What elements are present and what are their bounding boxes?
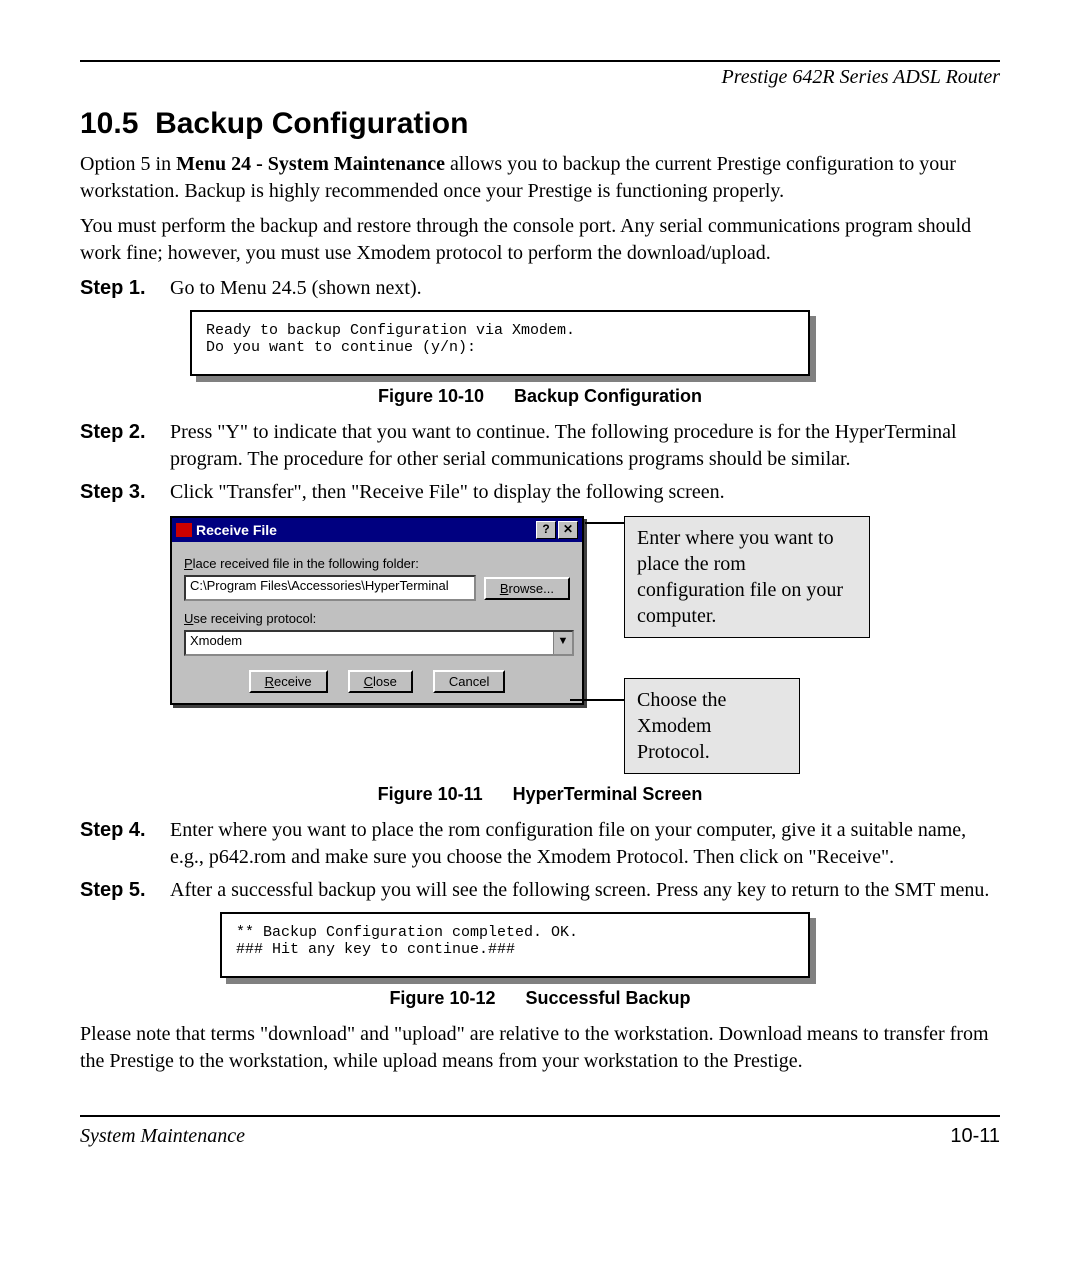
figure-caption-12: Figure 10-12 Successful Backup — [80, 988, 1000, 1009]
step-3: Step 3. Click "Transfer", then "Receive … — [80, 479, 1000, 506]
callout-text: Enter where you want to place the rom co… — [637, 527, 843, 627]
figure-title: Backup Configuration — [514, 386, 702, 406]
figure-caption-10: Figure 10-10 Backup Configuration — [80, 386, 1000, 407]
console-figure-2: ** Backup Configuration completed. OK. #… — [220, 912, 810, 978]
callout-text: Choose the Xmodem Protocol. — [637, 689, 726, 763]
console-line: Ready to backup Configuration via Xmodem… — [206, 322, 575, 339]
cancel-button[interactable]: Cancel — [433, 670, 505, 693]
section-heading: 10.5 Backup Configuration — [80, 107, 1000, 141]
step-body: Click "Transfer", then "Receive File" to… — [170, 479, 1000, 506]
footer-left: System Maintenance — [80, 1125, 245, 1148]
intro-paragraph-1: Option 5 in Menu 24 - System Maintenance… — [80, 151, 1000, 205]
footer: System Maintenance 10-11 — [80, 1115, 1000, 1148]
folder-label: Place received file in the following fol… — [184, 556, 570, 571]
step-5: Step 5. After a successful backup you wi… — [80, 877, 1000, 904]
folder-label-text: lace received file in the following fold… — [193, 556, 419, 571]
figure-caption-11: Figure 10-11 HyperTerminal Screen — [80, 784, 1000, 805]
section-number: 10.5 — [80, 107, 138, 140]
intro-frag-a: Option 5 in — [80, 153, 176, 175]
console-figure-1: Ready to backup Configuration via Xmodem… — [190, 310, 810, 376]
callout-folder: Enter where you want to place the rom co… — [624, 516, 870, 638]
app-icon — [176, 523, 192, 537]
intro-paragraph-2: You must perform the backup and restore … — [80, 213, 1000, 267]
footer-right: 10-11 — [950, 1125, 1000, 1148]
callout-protocol: Choose the Xmodem Protocol. — [624, 678, 800, 774]
receive-file-dialog: Receive File ? ✕ Place received file in … — [170, 516, 584, 705]
step-body: Press "Y" to indicate that you want to c… — [170, 419, 1000, 473]
step-4: Step 4. Enter where you want to place th… — [80, 817, 1000, 871]
leader-line — [570, 699, 625, 701]
step-label: Step 3. — [80, 479, 170, 506]
help-button[interactable]: ? — [536, 521, 556, 539]
folder-path-input[interactable]: C:\Program Files\Accessories\HyperTermin… — [184, 575, 476, 601]
console-box: Ready to backup Configuration via Xmodem… — [190, 310, 810, 376]
step-2: Step 2. Press "Y" to indicate that you w… — [80, 419, 1000, 473]
step-label: Step 5. — [80, 877, 170, 904]
close-icon[interactable]: ✕ — [558, 521, 578, 539]
figure-number: Figure 10-11 — [378, 784, 483, 804]
document-page: Prestige 642R Series ADSL Router 10.5 Ba… — [0, 0, 1080, 1281]
figure-title: Successful Backup — [525, 988, 690, 1008]
console-line: Do you want to continue (y/n): — [206, 339, 476, 356]
protocol-select[interactable]: Xmodem ▼ — [184, 630, 574, 656]
protocol-value: Xmodem — [186, 632, 553, 654]
console-line: ### Hit any key to continue.### — [236, 941, 515, 958]
closing-note: Please note that terms "download" and "u… — [80, 1021, 1000, 1075]
section-title: Backup Configuration — [155, 107, 468, 140]
dialog-title-text: Receive File — [196, 522, 534, 538]
top-rule — [80, 60, 1000, 62]
protocol-label: Use receiving protocol: — [184, 611, 570, 626]
step-label: Step 1. — [80, 275, 170, 302]
step-body: After a successful backup you will see t… — [170, 877, 1000, 904]
browse-button[interactable]: Browse... — [484, 577, 570, 600]
figure-number: Figure 10-12 — [389, 988, 495, 1008]
menu-strong: Menu 24 - System Maintenance — [176, 153, 445, 175]
leader-line — [585, 522, 625, 524]
figure-title: HyperTerminal Screen — [513, 784, 703, 804]
running-header: Prestige 642R Series ADSL Router — [80, 66, 1000, 89]
callout-column: Enter where you want to place the rom co… — [624, 516, 870, 774]
step-body: Go to Menu 24.5 (shown next). — [170, 275, 1000, 302]
console-line: ** Backup Configuration completed. OK. — [236, 924, 578, 941]
chevron-down-icon[interactable]: ▼ — [553, 632, 572, 654]
console-box: ** Backup Configuration completed. OK. #… — [220, 912, 810, 978]
receive-button[interactable]: Receive — [249, 670, 328, 693]
step-body: Enter where you want to place the rom co… — [170, 817, 1000, 871]
step-label: Step 2. — [80, 419, 170, 446]
dialog-titlebar[interactable]: Receive File ? ✕ — [172, 518, 582, 542]
hyperterminal-figure: Receive File ? ✕ Place received file in … — [170, 516, 1000, 774]
close-button[interactable]: Close — [348, 670, 413, 693]
step-1: Step 1. Go to Menu 24.5 (shown next). — [80, 275, 1000, 302]
figure-number: Figure 10-10 — [378, 386, 484, 406]
dialog-body: Place received file in the following fol… — [172, 542, 582, 703]
step-label: Step 4. — [80, 817, 170, 844]
